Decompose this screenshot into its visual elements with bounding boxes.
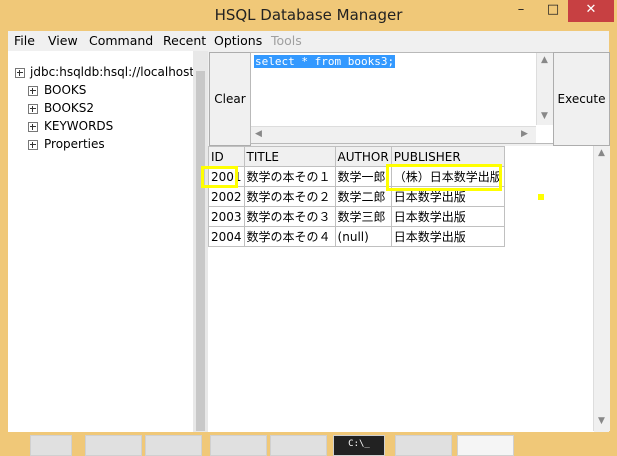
maximize-button[interactable]: □ — [537, 0, 569, 22]
tree-item-label: BOOKS — [44, 83, 87, 97]
expand-icon[interactable] — [28, 140, 38, 150]
highlight-dot — [538, 194, 544, 200]
menu-file[interactable]: File — [14, 33, 35, 48]
clear-button[interactable]: Clear — [209, 52, 251, 146]
splitter-track[interactable] — [196, 71, 205, 431]
results-vertical-scrollbar[interactable]: ▲ ▼ — [593, 146, 610, 431]
close-button[interactable]: ✕ — [568, 0, 614, 22]
splitter[interactable] — [193, 51, 208, 432]
cell-id[interactable]: 2002 — [208, 186, 245, 207]
column-header-title[interactable]: TITLE — [243, 146, 336, 167]
highlight-publisher-box — [386, 164, 502, 191]
menu-recent[interactable]: Recent — [163, 33, 206, 48]
taskbar-cmd-icon[interactable]: C:\_ — [333, 435, 385, 456]
expand-icon[interactable] — [28, 86, 38, 96]
schema-tree[interactable]: jdbc:hsqldb:hsql://localhost/ BOOKS BOOK… — [8, 51, 198, 432]
menu-options[interactable]: Options — [214, 33, 262, 48]
title-bar[interactable]: HSQL Database Manager – □ ✕ — [0, 0, 617, 31]
tree-item-label: KEYWORDS — [44, 119, 114, 133]
taskbar-explorer-icon[interactable] — [30, 435, 72, 456]
execute-button[interactable]: Execute — [553, 52, 610, 146]
scroll-right-icon[interactable]: ▶ — [521, 129, 528, 139]
results-table[interactable]: ID TITLE AUTHOR PUBLISHER 2001 数学の本その１ 数… — [208, 146, 505, 247]
cell-author[interactable]: 数学二郎 — [334, 186, 392, 207]
taskbar-hsqldb-icon[interactable] — [457, 435, 514, 456]
menu-tools[interactable]: Tools — [271, 33, 302, 48]
scroll-up-icon[interactable]: ▲ — [598, 148, 605, 158]
cell-id[interactable]: 2004 — [208, 226, 245, 247]
expand-icon[interactable] — [15, 68, 25, 78]
cell-id[interactable]: 2003 — [208, 206, 245, 227]
column-header-id[interactable]: ID — [208, 146, 245, 167]
expand-icon[interactable] — [28, 122, 38, 132]
tree-item-label: BOOKS2 — [44, 101, 95, 115]
cell-author[interactable]: 数学一郎 — [334, 166, 392, 187]
column-header-author[interactable]: AUTHOR — [334, 146, 392, 167]
cell-title[interactable]: 数学の本その３ — [243, 206, 336, 227]
cell-title[interactable]: 数学の本その２ — [243, 186, 336, 207]
taskbar: C:\_ — [0, 432, 617, 456]
tree-root-label: jdbc:hsqldb:hsql://localhost/ — [30, 65, 199, 79]
taskbar-chrome-icon[interactable] — [85, 435, 142, 456]
expand-icon[interactable] — [28, 104, 38, 114]
taskbar-visualstudio-icon[interactable] — [395, 435, 452, 456]
taskbar-app-icon[interactable] — [145, 435, 202, 456]
cell-author[interactable]: (null) — [334, 226, 392, 247]
menu-view[interactable]: View — [48, 33, 78, 48]
menu-command[interactable]: Command — [89, 33, 153, 48]
editor-horizontal-scrollbar[interactable]: ◀ ▶ — [251, 126, 536, 143]
client-area: File View Command Recent Options Tools j… — [8, 31, 610, 432]
sql-text[interactable]: select * from books3; — [254, 55, 396, 68]
menu-bar: File View Command Recent Options Tools — [8, 31, 609, 51]
editor-vertical-scrollbar[interactable]: ▲ ▼ — [536, 53, 553, 125]
scroll-down-icon[interactable]: ▼ — [541, 111, 548, 121]
highlight-id-box — [201, 166, 238, 188]
table-row[interactable]: 2003 数学の本その３ 数学三郎 日本数学出版 — [208, 206, 505, 227]
taskbar-paint-icon[interactable] — [270, 435, 327, 456]
minimize-button[interactable]: – — [505, 0, 537, 22]
taskbar-app-icon[interactable] — [210, 435, 267, 456]
scroll-down-icon[interactable]: ▼ — [598, 416, 605, 426]
table-row[interactable]: 2004 数学の本その４ (null) 日本数学出版 — [208, 226, 505, 247]
cell-publisher[interactable]: 日本数学出版 — [390, 206, 505, 227]
app-window: HSQL Database Manager – □ ✕ File View Co… — [0, 0, 617, 432]
sql-editor[interactable]: select * from books3; ▲ ▼ ◀ ▶ — [250, 52, 554, 144]
cell-title[interactable]: 数学の本その４ — [243, 226, 336, 247]
scroll-left-icon[interactable]: ◀ — [255, 129, 262, 139]
scroll-up-icon[interactable]: ▲ — [541, 55, 548, 65]
cell-author[interactable]: 数学三郎 — [334, 206, 392, 227]
cell-publisher[interactable]: 日本数学出版 — [390, 226, 505, 247]
tree-item-label: Properties — [44, 137, 105, 151]
cell-title[interactable]: 数学の本その１ — [243, 166, 336, 187]
